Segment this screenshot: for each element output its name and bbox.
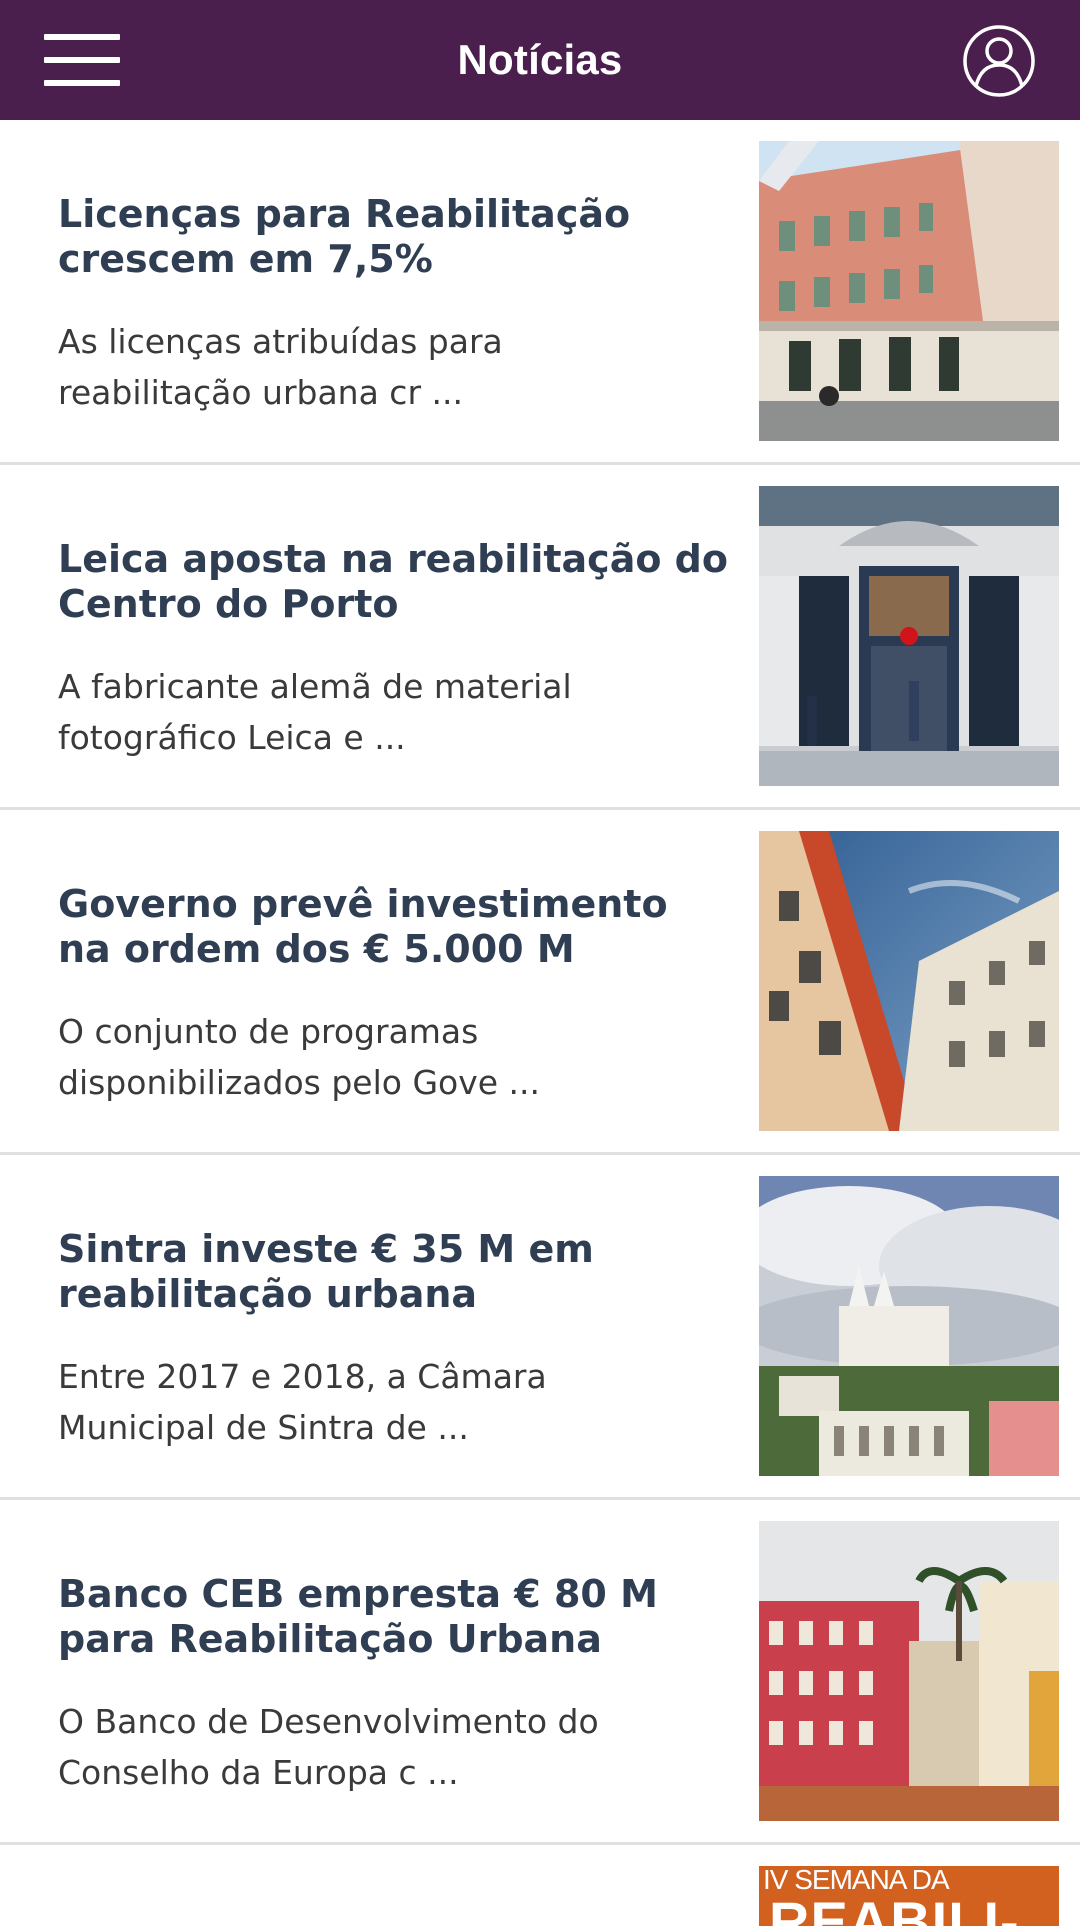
news-item[interactable]: Leica aposta na reabilitação do Centro d… bbox=[0, 465, 1080, 810]
hamburger-menu-icon-bar bbox=[44, 80, 120, 86]
news-summary: Entre 2017 e 2018, a Câmara Municipal de… bbox=[58, 1357, 547, 1447]
news-summary: O conjunto de programas disponibilizados… bbox=[58, 1012, 540, 1102]
news-title: Governo prevê investimento na ordem dos … bbox=[58, 882, 668, 971]
news-item[interactable]: Governo prevê investimento na ordem dos … bbox=[0, 810, 1080, 1155]
user-profile-icon bbox=[963, 25, 1035, 97]
news-thumbnail bbox=[759, 1521, 1059, 1821]
news-summary: A fabricante alemã de material fotográfi… bbox=[58, 667, 572, 757]
news-title: Banco CEB empresta € 80 M para Reabilita… bbox=[58, 1572, 658, 1661]
profile-button[interactable] bbox=[962, 24, 1036, 98]
thumbnail-text-heading: REABILI- bbox=[769, 1890, 1020, 1926]
news-summary: As licenças atribuídas para reabilitação… bbox=[58, 322, 503, 412]
page-title: Notícias bbox=[457, 36, 623, 83]
news-list: Licenças para Reabilitação crescem em 7,… bbox=[0, 120, 1080, 1926]
news-item[interactable]: Licenças para Reabilitação crescem em 7,… bbox=[0, 120, 1080, 465]
hamburger-menu-icon-bar bbox=[44, 57, 120, 63]
news-thumbnail bbox=[759, 486, 1059, 786]
news-item-partial[interactable]: IV SEMANA DA REABILI- bbox=[0, 1845, 1080, 1926]
news-thumbnail: IV SEMANA DA REABILI- bbox=[759, 1866, 1059, 1926]
news-summary: O Banco de Desenvolvimento do Conselho d… bbox=[58, 1702, 599, 1792]
news-title: Sintra investe € 35 M em reabilitação ur… bbox=[58, 1227, 594, 1316]
hamburger-menu-icon bbox=[44, 34, 120, 40]
news-title: Licenças para Reabilitação crescem em 7,… bbox=[58, 192, 631, 281]
menu-button[interactable] bbox=[44, 34, 120, 86]
news-title: Leica aposta na reabilitação do Centro d… bbox=[58, 537, 728, 626]
news-item[interactable]: Sintra investe € 35 M em reabilitação ur… bbox=[0, 1155, 1080, 1500]
app-header: Notícias bbox=[0, 0, 1080, 120]
news-thumbnail bbox=[759, 831, 1059, 1131]
news-item[interactable]: Banco CEB empresta € 80 M para Reabilita… bbox=[0, 1500, 1080, 1845]
news-thumbnail bbox=[759, 141, 1059, 441]
news-thumbnail bbox=[759, 1176, 1059, 1476]
